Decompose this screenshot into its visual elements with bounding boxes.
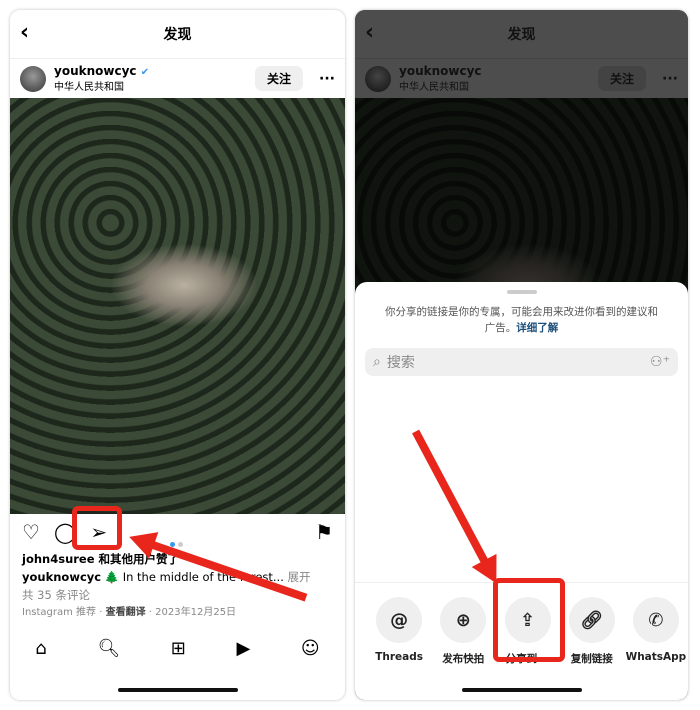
home-icon[interactable]: ⌂ — [35, 638, 46, 659]
share-threads[interactable]: @ Threads — [367, 597, 431, 666]
search-icon: ⌕ — [373, 354, 381, 370]
home-indicator — [117, 688, 238, 692]
share-label: WhatsApp — [625, 651, 687, 663]
post-header: youknowcyc ✔ 中华人民共和国 关注 ··· — [10, 58, 345, 98]
more-icon: ··· — [662, 70, 678, 87]
highlight-send — [72, 506, 122, 550]
back-icon[interactable]: ‹ — [365, 20, 374, 45]
profile-icon[interactable]: ☺ — [301, 638, 320, 659]
share-copy-link[interactable]: 🔗︎ 复制链接 — [560, 597, 624, 666]
share-whatsapp[interactable]: ✆ WhatsApp — [624, 597, 688, 666]
avatar — [365, 65, 391, 92]
follow-button: 关注 — [598, 66, 647, 91]
back-icon[interactable]: ‹ — [20, 20, 29, 45]
caption-username[interactable]: youknowcyc — [22, 570, 101, 584]
home-indicator — [461, 688, 582, 692]
search-input[interactable]: ⌕ 搜索 ⚇⁺ — [365, 348, 678, 376]
follow-button[interactable]: 关注 — [255, 66, 304, 91]
post-actions: ♡ ◯ ➢ ⚑ — [10, 514, 345, 550]
page-title: 发现 — [163, 27, 192, 43]
learn-more-link[interactable]: 详细了解 — [516, 322, 558, 334]
share-label: 发布快拍 — [442, 653, 485, 665]
location[interactable]: 中华人民共和国 — [54, 78, 149, 93]
search-placeholder: 搜索 — [386, 355, 415, 371]
bookmark-icon[interactable]: ⚑ — [315, 520, 333, 544]
translate-link[interactable]: 查看翻译 — [106, 607, 146, 618]
page-title: 发现 — [507, 27, 536, 43]
share-label: 复制链接 — [570, 653, 613, 665]
username: youknowcyc — [399, 64, 482, 78]
whatsapp-icon: ✆ — [632, 597, 679, 643]
share-label: Threads — [375, 651, 423, 663]
more-icon[interactable]: ··· — [319, 71, 335, 87]
bottom-nav: ⌂ 🔍︎ ⊞ ▶ ☺ — [10, 638, 345, 659]
threads-icon: @ — [376, 597, 423, 643]
post-header: youknowcyc 中华人民共和国 关注 ··· — [355, 58, 688, 98]
link-icon: 🔗︎ — [568, 597, 615, 643]
create-icon[interactable]: ⊞ — [171, 638, 186, 659]
share-story[interactable]: ⊕ 发布快拍 — [431, 597, 495, 666]
expand-link[interactable]: 展开 — [288, 570, 311, 584]
post-date: 2023年12月25日 — [155, 607, 237, 618]
verified-icon: ✔ — [140, 67, 150, 78]
header: ‹ 发现 — [355, 10, 688, 58]
source-label: Instagram 推荐 — [22, 607, 97, 618]
highlight-share-to — [493, 578, 565, 662]
add-story-icon: ⊕ — [440, 597, 487, 643]
location: 中华人民共和国 — [399, 82, 469, 93]
heart-icon[interactable]: ♡ — [22, 520, 40, 544]
add-people-icon[interactable]: ⚇⁺ — [650, 354, 670, 370]
post-image[interactable] — [10, 98, 345, 514]
username[interactable]: youknowcyc — [54, 64, 137, 78]
header: ‹ 发现 — [10, 10, 345, 58]
reels-icon[interactable]: ▶ — [236, 638, 250, 659]
search-icon[interactable]: 🔍︎ — [97, 638, 120, 659]
avatar[interactable] — [20, 65, 46, 92]
